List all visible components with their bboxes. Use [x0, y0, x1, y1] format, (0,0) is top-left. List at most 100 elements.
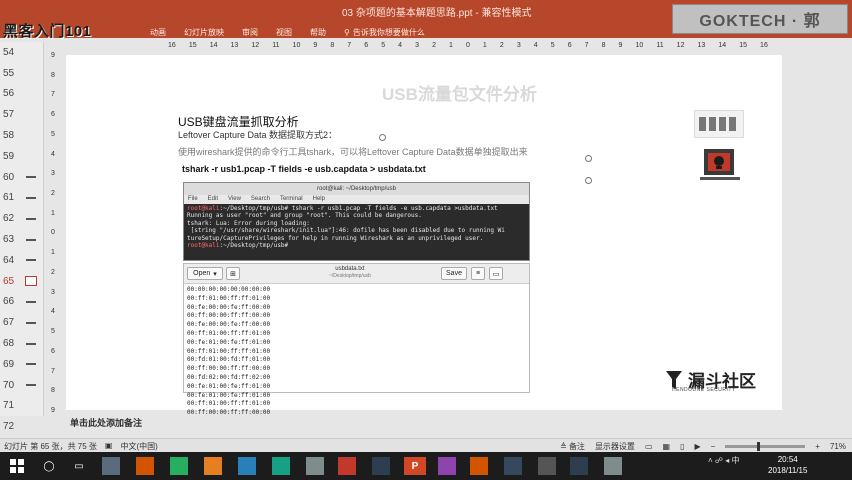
- rotate-handle[interactable]: [379, 134, 386, 141]
- resize-handle[interactable]: [585, 177, 592, 184]
- tab-review[interactable]: 审阅: [242, 27, 258, 38]
- slide-thumbnail-item[interactable]: 66: [0, 292, 43, 313]
- notes-toggle[interactable]: ≜ 备注: [560, 441, 585, 452]
- tell-me-box[interactable]: ⚲ 告诉我你想要做什么: [344, 27, 425, 38]
- powerpoint-icon[interactable]: P: [404, 457, 426, 475]
- app-icon[interactable]: [306, 457, 324, 475]
- slide-thumbnail-item[interactable]: 56: [0, 84, 43, 105]
- resize-handle[interactable]: [585, 155, 592, 162]
- app-icon[interactable]: [372, 457, 390, 475]
- tab-view[interactable]: 视图: [276, 27, 292, 38]
- slide-thumbnail-item[interactable]: 54: [0, 42, 43, 63]
- app-icon[interactable]: [604, 457, 622, 475]
- reading-view-icon[interactable]: ▯: [680, 442, 684, 451]
- input-method[interactable]: 中: [732, 456, 740, 465]
- window-button[interactable]: ▭: [489, 267, 503, 280]
- search-icon: ⚲: [344, 28, 350, 37]
- slide-thumbnail-item[interactable]: 62: [0, 208, 43, 229]
- terminal-text: :~/Desktop/tmp/usb# tshark -r usb1.pcap …: [219, 205, 498, 212]
- windows-start-icon[interactable]: [8, 457, 26, 475]
- slide-title[interactable]: USB流量包文件分析: [382, 80, 537, 105]
- slide-marker: [26, 321, 36, 324]
- tab-slideshow[interactable]: 幻灯片放映: [184, 27, 224, 38]
- app-icon[interactable]: [570, 457, 588, 475]
- terminal-output: root@kali:~/Desktop/tmp/usb# tshark -r u…: [184, 204, 529, 250]
- folder-icon[interactable]: [204, 457, 222, 475]
- slide-thumbnail-item[interactable]: 63: [0, 229, 43, 250]
- ruler-tick-label: 2: [51, 268, 55, 276]
- app-icon[interactable]: [338, 457, 356, 475]
- save-button[interactable]: Save: [441, 267, 467, 280]
- tab-help[interactable]: 帮助: [310, 27, 326, 38]
- slide-number: 58: [3, 130, 15, 142]
- sorter-view-icon[interactable]: ▦: [663, 442, 671, 451]
- slide-marker: [26, 259, 36, 262]
- slide-thumbnail-item[interactable]: 59: [0, 146, 43, 167]
- slide-thumbnail-item[interactable]: 58: [0, 125, 43, 146]
- zoom-in-icon[interactable]: +: [815, 442, 820, 451]
- app-icon[interactable]: [272, 457, 290, 475]
- clock-time: 20:54: [777, 455, 798, 464]
- app-icon[interactable]: [136, 457, 154, 475]
- slide-thumbnail-item[interactable]: 69: [0, 354, 43, 375]
- display-settings-button[interactable]: 显示器设置: [595, 441, 635, 452]
- open-label: Open: [193, 270, 211, 277]
- ruler-tick-label: 12: [251, 42, 260, 49]
- status-left: 幻灯片 第 65 张，共 75 张 ▣ 中文(中国): [4, 441, 158, 452]
- slide-thumbnail-item[interactable]: 71: [0, 396, 43, 417]
- ruler-tick-label: 8: [601, 42, 606, 49]
- slide-thumbnail-item[interactable]: 64: [0, 250, 43, 271]
- slide-thumbnail-item[interactable]: 60: [0, 167, 43, 188]
- zoom-slider[interactable]: [725, 442, 806, 451]
- task-view-icon[interactable]: ▭: [70, 457, 88, 475]
- network-icon[interactable]: ☍: [715, 456, 723, 465]
- normal-view-icon[interactable]: ▭: [645, 442, 653, 451]
- app-icon[interactable]: [238, 457, 256, 475]
- chevron-up-icon[interactable]: ˄: [708, 456, 713, 465]
- slide-thumbnail-item[interactable]: 65: [0, 271, 43, 292]
- ruler-tick-label: 8: [51, 387, 55, 395]
- section-subtitle[interactable]: Leftover Capture Data 数据提取方式2：: [178, 128, 337, 141]
- zoom-thumb[interactable]: [757, 442, 761, 451]
- slide-thumbnail-item[interactable]: 68: [0, 333, 43, 354]
- ruler-tick-label: 5: [550, 42, 555, 49]
- slide-thumbnail-item[interactable]: 57: [0, 104, 43, 125]
- tshark-command[interactable]: tshark -r usb1.pcap -T fields -e usb.cap…: [182, 164, 426, 174]
- app-icon[interactable]: [538, 457, 556, 475]
- language-indicator[interactable]: 中文(中国): [120, 441, 157, 452]
- data-line: 00:ff:01:00:ff:ff:01:00: [187, 400, 271, 408]
- terminal-window: root@kali: ~/Desktop/tmp/usb File Edit Vie…: [183, 182, 530, 261]
- tab-animations[interactable]: 动画: [150, 27, 166, 38]
- open-button[interactable]: Open ▾: [187, 267, 223, 280]
- slideshow-view-icon[interactable]: ▶: [694, 442, 700, 451]
- slide-canvas[interactable]: USB流量包文件分析 USB键盘流量抓取分析 Leftover Capture …: [66, 55, 782, 416]
- app-icon[interactable]: [438, 457, 456, 475]
- app-icon[interactable]: [170, 457, 188, 475]
- app-icon[interactable]: [102, 457, 120, 475]
- slide-thumbnail-item[interactable]: 72: [0, 416, 43, 437]
- zoom-level[interactable]: 71%: [830, 442, 846, 451]
- slide-thumbnail-item[interactable]: 61: [0, 188, 43, 209]
- volume-icon[interactable]: ◂: [725, 456, 729, 465]
- notes-placeholder: 单击此处添加备注: [70, 418, 143, 428]
- ruler-tick-label: 6: [51, 111, 55, 119]
- menu-button[interactable]: ≡: [471, 267, 485, 280]
- slide-thumbnail-item[interactable]: 70: [0, 375, 43, 396]
- search-icon[interactable]: ◯: [40, 457, 58, 475]
- notes-pane[interactable]: 单击此处添加备注: [66, 414, 782, 438]
- slide-thumbnail-item[interactable]: 67: [0, 312, 43, 333]
- slide-marker: [26, 342, 36, 345]
- app-icon[interactable]: [470, 457, 488, 475]
- app-icon[interactable]: [504, 457, 522, 475]
- clock[interactable]: 20:54 2018/11/15: [768, 454, 807, 476]
- editor-content[interactable]: 00:00:00:00:00:00:00:00 00:ff:01:00:ff:ff…: [184, 284, 529, 420]
- system-tray[interactable]: ˄ ☍ ◂ 中: [708, 455, 740, 466]
- slide-marker: [26, 196, 36, 199]
- zoom-out-icon[interactable]: −: [711, 442, 716, 451]
- slide-thumbnail-item[interactable]: 55: [0, 63, 43, 84]
- new-tab-button[interactable]: ⊞: [226, 267, 240, 280]
- slide-counter: 幻灯片 第 65 张，共 75 张: [4, 442, 97, 451]
- hacker-illustration: [698, 147, 744, 185]
- section-description[interactable]: 使用wireshark提供的命令行工具tshark，可以将Leftover Ca…: [178, 145, 528, 158]
- spellcheck-icon[interactable]: ▣: [105, 441, 113, 452]
